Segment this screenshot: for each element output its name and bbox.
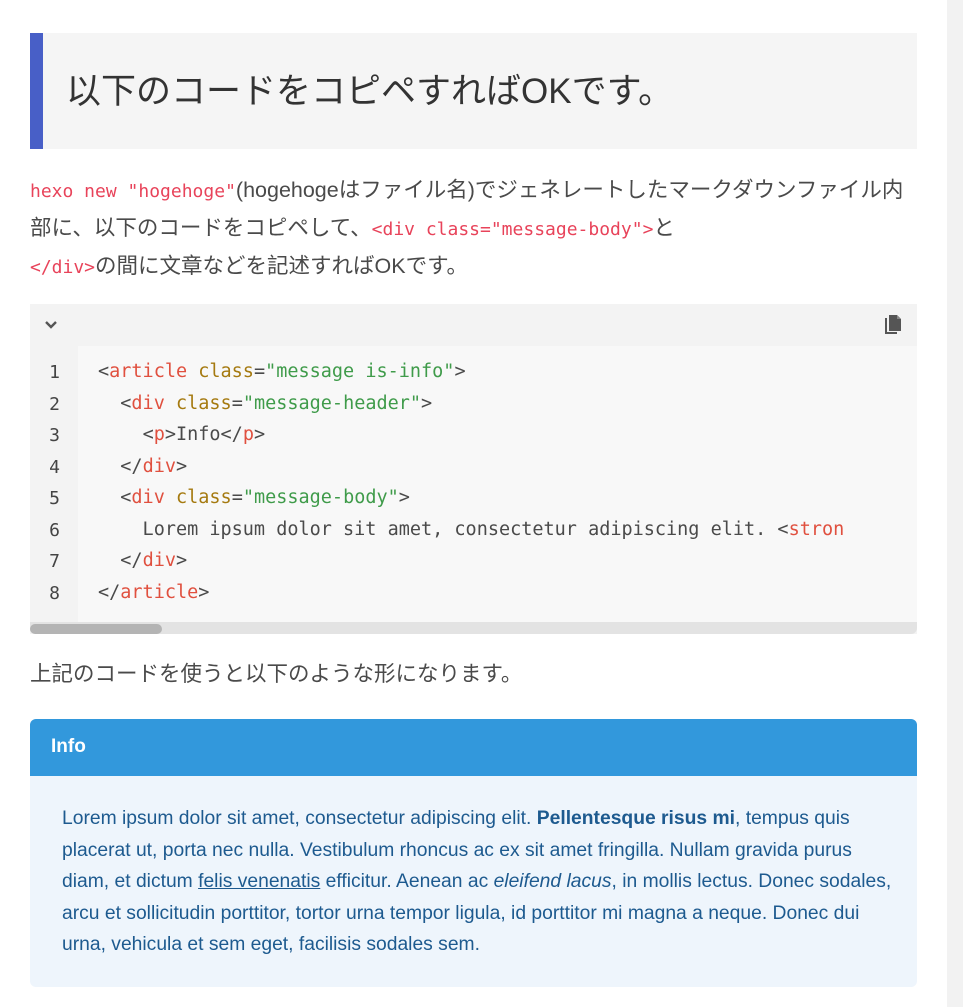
- intro-paragraph: hexo new "hogehoge"(hogehogeはファイル名)でジェネレ…: [30, 172, 917, 286]
- italic-text: eleifend lacus: [493, 871, 612, 892]
- message-header: Info: [30, 719, 917, 776]
- line-number: 6: [49, 519, 60, 541]
- bold-text: Pellentesque risus mi: [536, 808, 735, 829]
- code-line: Lorem ipsum dolor sit amet, consectetur …: [98, 518, 845, 540]
- line-number-gutter: 1 2 3 4 5 6 7 8: [30, 346, 78, 622]
- caption-paragraph: 上記のコードを使うと以下のような形になります。: [30, 662, 523, 686]
- horizontal-scrollbar[interactable]: [30, 622, 917, 634]
- line-number: 2: [49, 393, 60, 415]
- message-body: Lorem ipsum dolor sit amet, consectetur …: [62, 808, 892, 955]
- line-number: 5: [49, 488, 60, 509]
- inline-code-command: hexo new "hogehoge": [30, 181, 236, 202]
- line-number: 1: [49, 362, 60, 383]
- line-number: 3: [49, 425, 60, 446]
- inline-code-close-tag: </div>: [30, 257, 96, 278]
- code-line: </div>: [120, 455, 188, 477]
- page-scrollbar[interactable]: [947, 0, 963, 1007]
- code-line: <div class="message-header">: [120, 392, 433, 414]
- code-line: <article class="message is-info">: [98, 361, 466, 382]
- message-header-title: Info: [51, 736, 86, 757]
- info-message: Info Lorem ipsum dolor sit amet, consect…: [30, 719, 917, 987]
- intro-text-3: の間に文章などを記述すればOKです。: [95, 254, 468, 278]
- section-heading-block: 以下のコードをコピペすればOKです。: [30, 33, 917, 149]
- copy-icon[interactable]: [883, 314, 903, 336]
- line-number: 8: [49, 582, 60, 604]
- chevron-down-icon[interactable]: [42, 316, 60, 334]
- body-link[interactable]: felis venenatis: [198, 871, 320, 892]
- code-area[interactable]: 1 2 3 4 5 6 7 8 <article class="message …: [30, 346, 917, 622]
- section-heading: 以下のコードをコピペすればOKです。: [66, 72, 674, 111]
- code-line: <div class="message-body">: [120, 487, 410, 508]
- intro-text-2: と: [653, 216, 675, 240]
- line-number: 7: [49, 551, 60, 572]
- inline-code-open-tag: <div class="message-body">: [371, 219, 654, 240]
- code-line: </div>: [120, 550, 188, 571]
- code-line: <p>Info</p>: [142, 424, 266, 445]
- code-block: 1 2 3 4 5 6 7 8 <article class="message …: [30, 304, 917, 634]
- line-number: 4: [49, 456, 60, 478]
- scrollbar-thumb[interactable]: [30, 624, 162, 634]
- code-line: </article>: [98, 581, 210, 603]
- code-toolbar: [30, 304, 917, 346]
